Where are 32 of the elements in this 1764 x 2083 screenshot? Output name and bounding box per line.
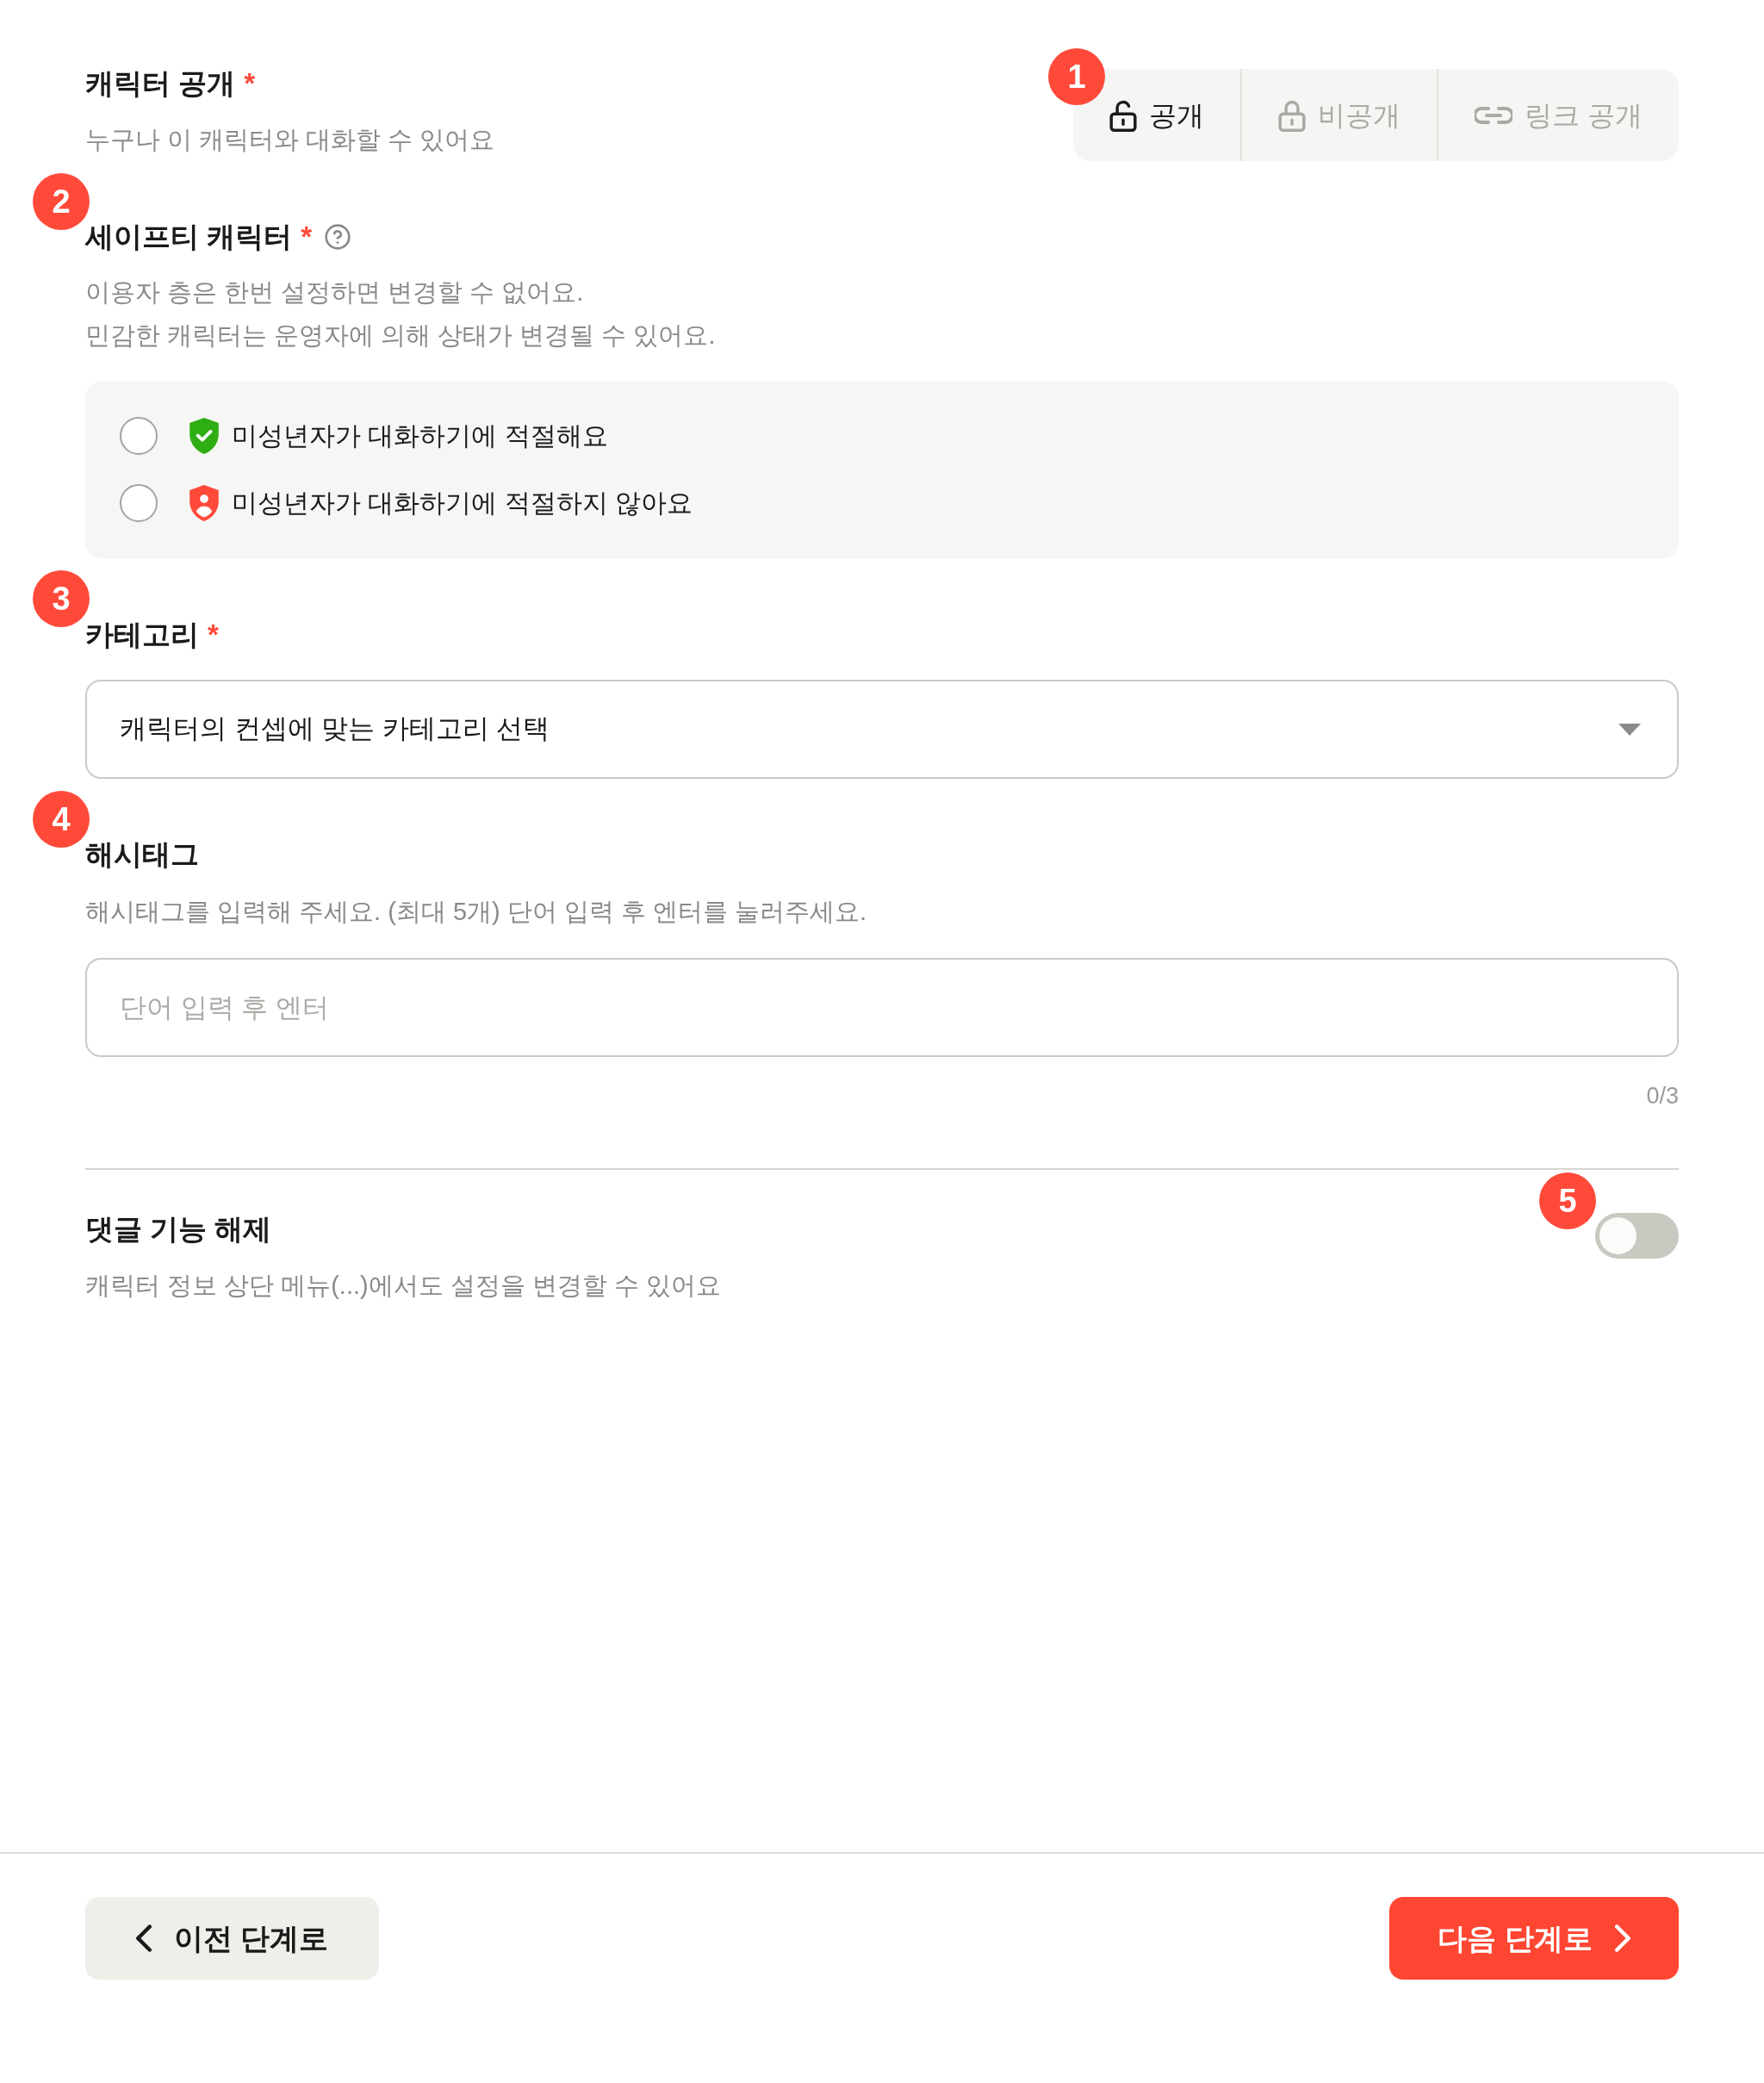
required-mark: * [301, 220, 312, 254]
section-description: 민감한 캐릭터는 운영자에 의해 상태가 변경될 수 있어요. [85, 320, 717, 351]
chevron-right-icon [1614, 1924, 1630, 1952]
section-title: 캐릭터 공개 [85, 66, 236, 101]
option-label: 미성년자가 대화하기에 적절하지 않아요 [232, 488, 693, 519]
section-description: 누구나 이 캐릭터와 대화할 수 있어요 [85, 125, 495, 155]
hashtag-input[interactable]: 단어 입력 후 엔터 [85, 958, 1679, 1057]
section-description: 해시태그를 입력해 주세요. (최대 5개) 단어 입력 후 엔터를 눌러주세요. [85, 897, 868, 927]
radio-button[interactable] [120, 484, 158, 522]
section-description: 이용자 층은 한번 설정하면 변경할 수 없어요. [85, 277, 585, 308]
option-label: 미성년자가 대화하기에 적절해요 [232, 420, 608, 451]
link-icon [1475, 106, 1513, 124]
previous-step-button[interactable]: 이전 단계로 [85, 1897, 379, 1980]
category-select[interactable]: 캐릭터의 컨셉에 맞는 카테고리 선택 [85, 680, 1679, 779]
padlock-icon [1278, 98, 1307, 132]
hashtag-counter: 0/3 [1646, 1082, 1679, 1110]
shield-person-icon [189, 485, 220, 521]
help-icon[interactable] [324, 223, 351, 251]
unlocked-padlock-icon [1109, 98, 1138, 132]
chevron-left-icon [135, 1924, 152, 1952]
dropdown-caret-icon [1618, 723, 1641, 736]
toggle-switch[interactable] [1595, 1213, 1679, 1259]
required-mark: * [244, 66, 255, 101]
annotation-marker: 2 [33, 173, 90, 230]
section-description: 캐릭터 정보 상단 메뉴(...)에서도 설정을 변경할 수 있어요 [85, 1271, 721, 1301]
section-title: 댓글 기능 해제 [85, 1212, 272, 1247]
required-mark: * [208, 618, 219, 652]
annotation-marker: 4 [33, 791, 90, 848]
radio-button[interactable] [120, 417, 158, 455]
shield-check-icon [189, 418, 220, 454]
annotation-marker: 1 [1048, 48, 1106, 105]
annotation-marker: 5 [1539, 1172, 1596, 1229]
